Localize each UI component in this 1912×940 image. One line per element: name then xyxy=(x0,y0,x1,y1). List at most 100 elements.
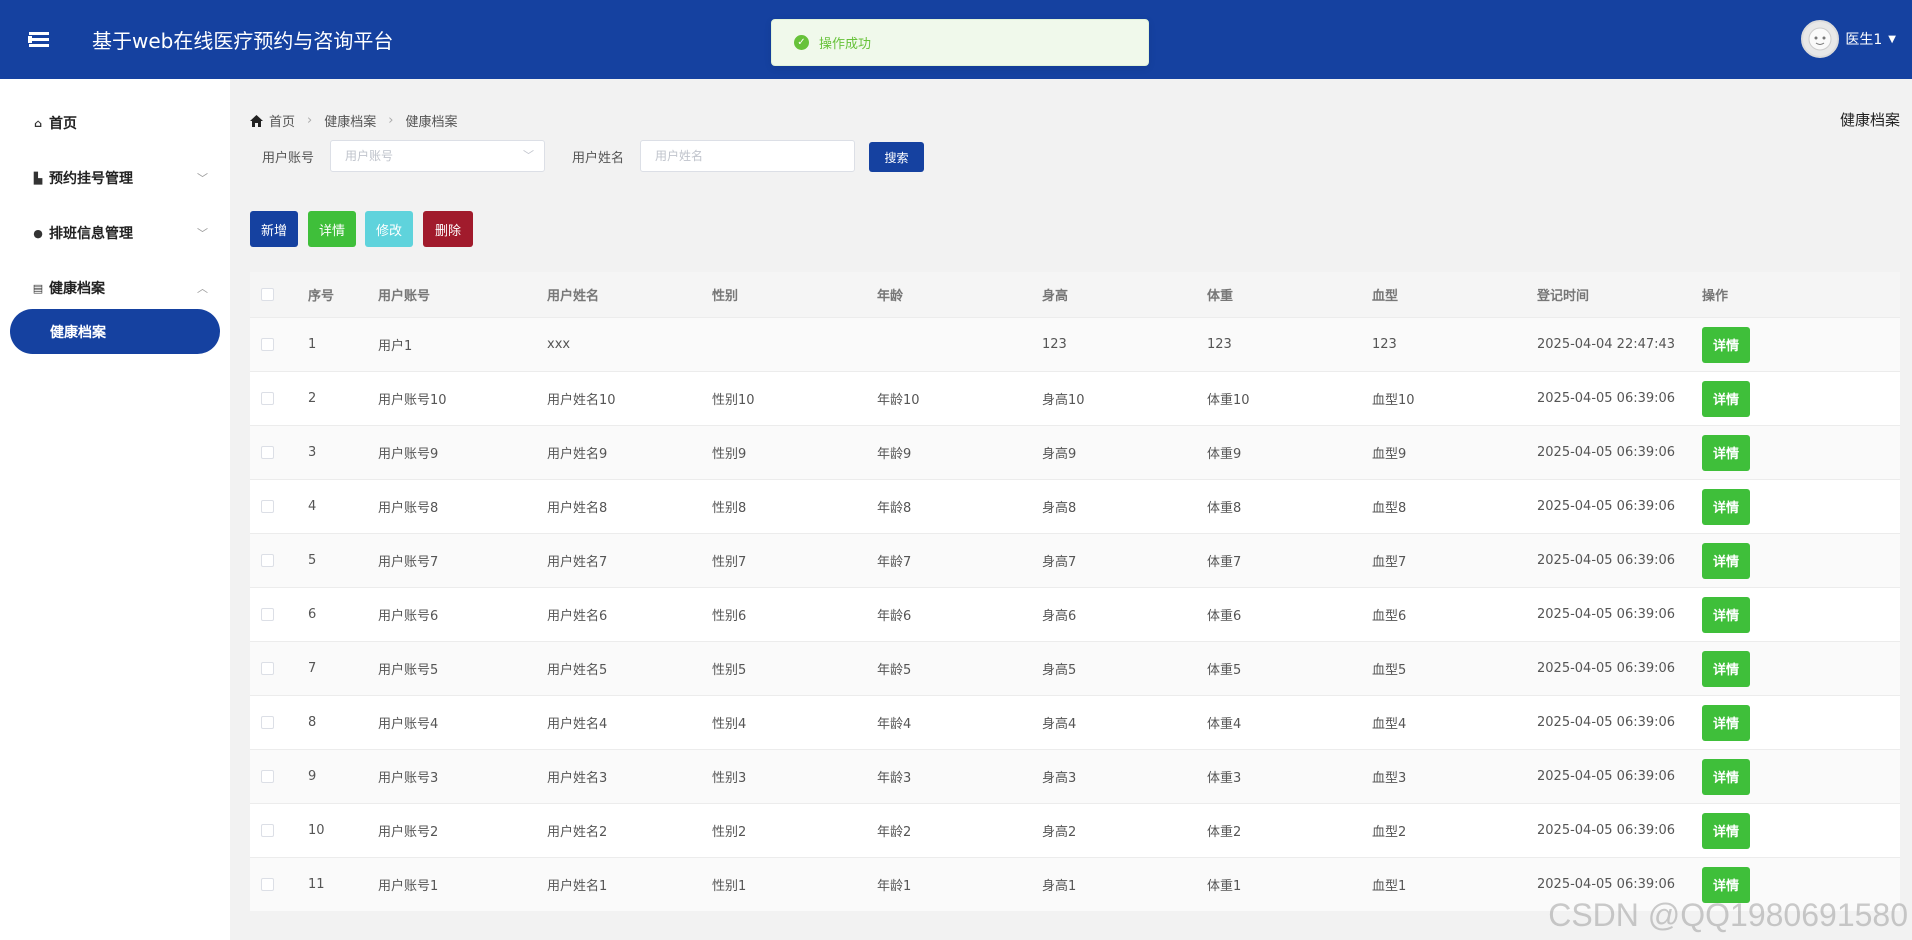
table-cell: 身高6 xyxy=(1042,609,1077,624)
table-row[interactable]: 6 用户账号6 用户姓名6 性别6 年龄6 身高6 体重6 血型6 2025-04-05 06:… xyxy=(250,587,1900,641)
row-actions-cell: 详情 xyxy=(1702,704,1762,741)
row-detail-button[interactable]: 详情 xyxy=(1702,704,1750,741)
table-row[interactable]: 9 用户账号3 用户姓名3 性别3 年龄3 身高3 体重3 血型3 2025-04-05 06:… xyxy=(250,749,1900,803)
breadcrumb-item[interactable]: 健康档案 xyxy=(324,111,376,130)
table-cell: 用户姓名2 xyxy=(547,825,608,840)
detail-button[interactable]: 详情 xyxy=(308,211,356,247)
table-row[interactable]: 3 用户账号9 用户姓名9 性别9 年龄9 身高9 体重9 血型9 2025-04-05 06:… xyxy=(250,425,1900,479)
row-checkbox[interactable] xyxy=(261,554,274,567)
row-detail-button[interactable]: 详情 xyxy=(1702,326,1750,363)
sidebar-subitem-health-records[interactable]: 健康档案 xyxy=(10,309,220,354)
table-cell: 体重2 xyxy=(1207,825,1242,840)
row-detail-button[interactable]: 详情 xyxy=(1702,758,1750,795)
row-checkbox[interactable] xyxy=(261,392,274,405)
row-checkbox[interactable] xyxy=(261,500,274,513)
row-checkbox-cell xyxy=(250,878,308,891)
table-cell: 身高3 xyxy=(1042,771,1077,786)
row-actions-cell: 详情 xyxy=(1702,488,1762,525)
row-checkbox[interactable] xyxy=(261,878,274,891)
table-row[interactable]: 10 用户账号2 用户姓名2 性别2 年龄2 身高2 体重2 血型2 2025-04-05 06… xyxy=(250,803,1900,857)
caret-down-icon[interactable]: ▼ xyxy=(1888,34,1896,45)
row-detail-button[interactable]: 详情 xyxy=(1702,542,1750,579)
table-cell: 年龄6 xyxy=(877,609,912,624)
account-filter-label: 用户账号 xyxy=(262,151,315,166)
table-cell: 用户姓名4 xyxy=(547,717,608,732)
table-cell: 性别1 xyxy=(712,879,747,894)
table-cell: 2025-04-04 22:47:43 xyxy=(1537,337,1676,352)
row-checkbox[interactable] xyxy=(261,662,274,675)
sidebar-item-schedule[interactable]: ● 排班信息管理 ﹀ xyxy=(0,213,230,253)
sidebar-item-home[interactable]: ⌂ 首页 xyxy=(0,103,230,143)
table-row[interactable]: 8 用户账号4 用户姓名4 性别4 年龄4 身高4 体重4 血型4 2025-04-05 06:… xyxy=(250,695,1900,749)
table-cell: 血型1 xyxy=(1372,879,1407,894)
table-cell: 血型5 xyxy=(1372,663,1407,678)
column-header: 登记时间 xyxy=(1537,289,1590,304)
row-detail-button[interactable]: 详情 xyxy=(1702,650,1750,687)
clock-icon: ● xyxy=(33,226,43,240)
table-row[interactable]: 1 用户1 xxx 123 123 123 2025-04-04 22:47:43 详情 xyxy=(250,317,1900,371)
row-checkbox[interactable] xyxy=(261,608,274,621)
table-row[interactable]: 2 用户账号10 用户姓名10 性别10 年龄10 身高10 体重10 血型10 2025-04… xyxy=(250,371,1900,425)
delete-button[interactable]: 删除 xyxy=(423,211,473,247)
row-checkbox[interactable] xyxy=(261,446,274,459)
menu-toggle-icon[interactable] xyxy=(28,28,50,50)
row-checkbox[interactable] xyxy=(261,338,274,351)
table-cell: 体重8 xyxy=(1207,501,1242,516)
row-checkbox-cell xyxy=(250,770,308,783)
table-cell: 2 xyxy=(308,391,317,406)
table-row[interactable]: 4 用户账号8 用户姓名8 性别8 年龄8 身高8 体重8 血型8 2025-04-05 06:… xyxy=(250,479,1900,533)
table-cell: 性别7 xyxy=(712,555,747,570)
row-checkbox[interactable] xyxy=(261,716,274,729)
sidebar-item-health-records[interactable]: ▤ 健康档案 ︿ xyxy=(0,268,230,308)
table-cell: 123 xyxy=(1207,337,1232,352)
sidebar: ⌂ 首页 ▙ 预约挂号管理 ﹀ ● 排班信息管理 ﹀ ▤ 健康档案 ︿ 健康档案 xyxy=(0,79,230,940)
select-all-checkbox[interactable] xyxy=(261,288,274,301)
search-button[interactable]: 搜索 xyxy=(869,142,924,172)
row-checkbox[interactable] xyxy=(261,824,274,837)
row-checkbox-cell xyxy=(250,608,308,621)
row-detail-button[interactable]: 详情 xyxy=(1702,434,1750,471)
table-cell: 用户账号5 xyxy=(378,663,439,678)
row-detail-button[interactable]: 详情 xyxy=(1702,812,1750,849)
sidebar-item-appointment[interactable]: ▙ 预约挂号管理 ﹀ xyxy=(0,158,230,198)
user-name[interactable]: 医生1 xyxy=(1845,29,1882,49)
column-header: 用户姓名 xyxy=(547,289,600,304)
table-cell: 性别3 xyxy=(712,771,747,786)
table-cell: 体重3 xyxy=(1207,771,1242,786)
breadcrumb-separator-icon: › xyxy=(388,113,394,128)
avatar[interactable] xyxy=(1801,20,1840,58)
breadcrumb-current: 健康档案 xyxy=(405,115,458,130)
edit-button[interactable]: 修改 xyxy=(365,211,413,247)
row-actions-cell: 详情 xyxy=(1702,542,1762,579)
row-detail-button[interactable]: 详情 xyxy=(1702,596,1750,633)
table-cell: 血型2 xyxy=(1372,825,1407,840)
check-circle-icon: ✓ xyxy=(794,35,809,50)
table-cell: 体重5 xyxy=(1207,663,1242,678)
name-search-input[interactable]: 用户姓名 xyxy=(640,140,855,172)
account-select[interactable]: 用户账号 ﹀ xyxy=(330,140,545,172)
column-header: 体重 xyxy=(1207,289,1234,304)
table-row[interactable]: 7 用户账号5 用户姓名5 性别5 年龄5 身高5 体重5 血型5 2025-04-05 06:… xyxy=(250,641,1900,695)
table-cell: 用户账号10 xyxy=(378,393,447,408)
row-detail-button[interactable]: 详情 xyxy=(1702,380,1750,417)
row-checkbox[interactable] xyxy=(261,770,274,783)
breadcrumb-home[interactable]: 首页 xyxy=(269,111,295,130)
row-detail-button[interactable]: 详情 xyxy=(1702,488,1750,525)
table-cell: 2025-04-05 06:39:06 xyxy=(1537,715,1676,730)
table-row[interactable]: 5 用户账号7 用户姓名7 性别7 年龄7 身高7 体重7 血型7 2025-04-05 06:… xyxy=(250,533,1900,587)
table-cell: 体重7 xyxy=(1207,555,1242,570)
table-cell: 性别5 xyxy=(712,663,747,678)
sidebar-item-label: 预约挂号管理 xyxy=(49,171,133,187)
user-menu[interactable]: 医生1 ▼ xyxy=(1801,20,1896,58)
folder-icon: ▤ xyxy=(32,281,44,295)
table-cell: 血型4 xyxy=(1372,717,1407,732)
table-cell: 123 xyxy=(1372,337,1397,352)
table-cell: 体重9 xyxy=(1207,447,1242,462)
add-button[interactable]: 新增 xyxy=(250,211,298,247)
table-cell: 用户姓名7 xyxy=(547,555,608,570)
table-cell: 1 xyxy=(308,337,317,352)
table-cell: 2025-04-05 06:39:06 xyxy=(1537,445,1676,460)
table-cell: 身高10 xyxy=(1042,393,1085,408)
row-actions-cell: 详情 xyxy=(1702,596,1762,633)
chevron-down-icon: ﹀ xyxy=(197,172,208,185)
